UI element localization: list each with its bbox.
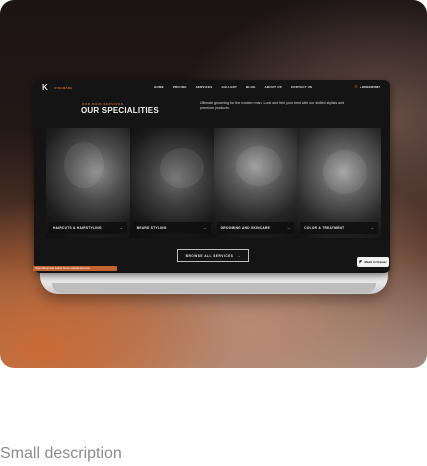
made-in-framer-badge[interactable]: ◤ Made in Framer	[357, 257, 389, 267]
portrait-image	[323, 150, 368, 194]
framer-icon: ◤	[359, 259, 363, 264]
arrow-right-icon: →	[202, 225, 207, 230]
service-label: HAIRCUTS & HAIRSTYLING	[53, 226, 102, 230]
arrow-right-icon: →	[286, 225, 291, 230]
section-intro: Ultimate grooming for the modern man. Lo…	[200, 101, 345, 110]
site-navbar: K KINGMADE HOME PRICING SERVICES GALLERY…	[34, 80, 390, 95]
service-label: COLOR & TREATMENT	[304, 226, 345, 230]
section-title: OUR SPECIALITIES	[81, 106, 159, 115]
service-card-beard[interactable]: BEARD STYLING →	[129, 128, 214, 238]
website-screen: K KINGMADE HOME PRICING SERVICES GALLERY…	[34, 80, 390, 273]
phone-link[interactable]: ✆ +18002345687	[355, 84, 380, 89]
phone-number: +18002345687	[359, 84, 380, 89]
nav-link-home[interactable]: HOME	[154, 85, 164, 89]
service-label: BEARD STYLING	[136, 226, 167, 230]
url-bar[interactable]: https://kingmade-barber.framer.website/s…	[33, 266, 117, 271]
service-card-color[interactable]: COLOR & TREATMENT →	[297, 128, 381, 238]
arrow-right-icon: →	[118, 225, 123, 230]
url-text: https://kingmade-barber.framer.website/s…	[35, 267, 91, 270]
service-label-bar: COLOR & TREATMENT →	[300, 222, 378, 234]
arrow-right-icon: →	[236, 253, 241, 258]
nav-link-blog[interactable]: BLOG	[246, 85, 255, 89]
service-label: GROOMING AND SKINCARE	[220, 226, 271, 230]
logo-text: KINGMADE	[54, 85, 73, 90]
nav-link-services[interactable]: SERVICES	[196, 85, 213, 89]
device-base-shadow	[52, 283, 376, 293]
service-label-bar: GROOMING AND SKINCARE →	[216, 222, 295, 234]
site-logo[interactable]: K KINGMADE	[42, 83, 73, 92]
arrow-right-icon: →	[370, 225, 374, 230]
nav-link-pricing[interactable]: PRICING	[173, 85, 187, 89]
nav-link-about[interactable]: ABOUT US	[265, 85, 282, 89]
service-card-grooming[interactable]: GROOMING AND SKINCARE →	[213, 128, 298, 238]
nav-link-contact[interactable]: CONTACT US	[291, 85, 312, 89]
portrait-image	[159, 148, 204, 188]
preview-card[interactable]: K KINGMADE HOME PRICING SERVICES GALLERY…	[0, 0, 427, 368]
browse-label: BROWSE ALL SERVICES	[185, 253, 234, 258]
nav-links: HOME PRICING SERVICES GALLERY BLOG ABOUT…	[154, 85, 312, 89]
nav-link-gallery[interactable]: GALLERY	[221, 85, 237, 89]
logo-mark-icon: K	[42, 83, 48, 92]
card-caption: Small description	[0, 445, 122, 462]
badge-label: Made in Framer	[364, 260, 387, 264]
portrait-image	[64, 142, 104, 188]
phone-icon: ✆	[354, 84, 358, 89]
service-card-haircuts[interactable]: HAIRCUTS & HAIRSTYLING →	[46, 128, 130, 238]
browse-services-button[interactable]: BROWSE ALL SERVICES →	[177, 249, 249, 262]
portrait-image	[235, 146, 282, 186]
service-label-bar: BEARD STYLING →	[132, 222, 211, 234]
services-grid: HAIRCUTS & HAIRSTYLING → BEARD STYLING →…	[46, 128, 381, 238]
service-label-bar: HAIRCUTS & HAIRSTYLING →	[49, 222, 127, 234]
